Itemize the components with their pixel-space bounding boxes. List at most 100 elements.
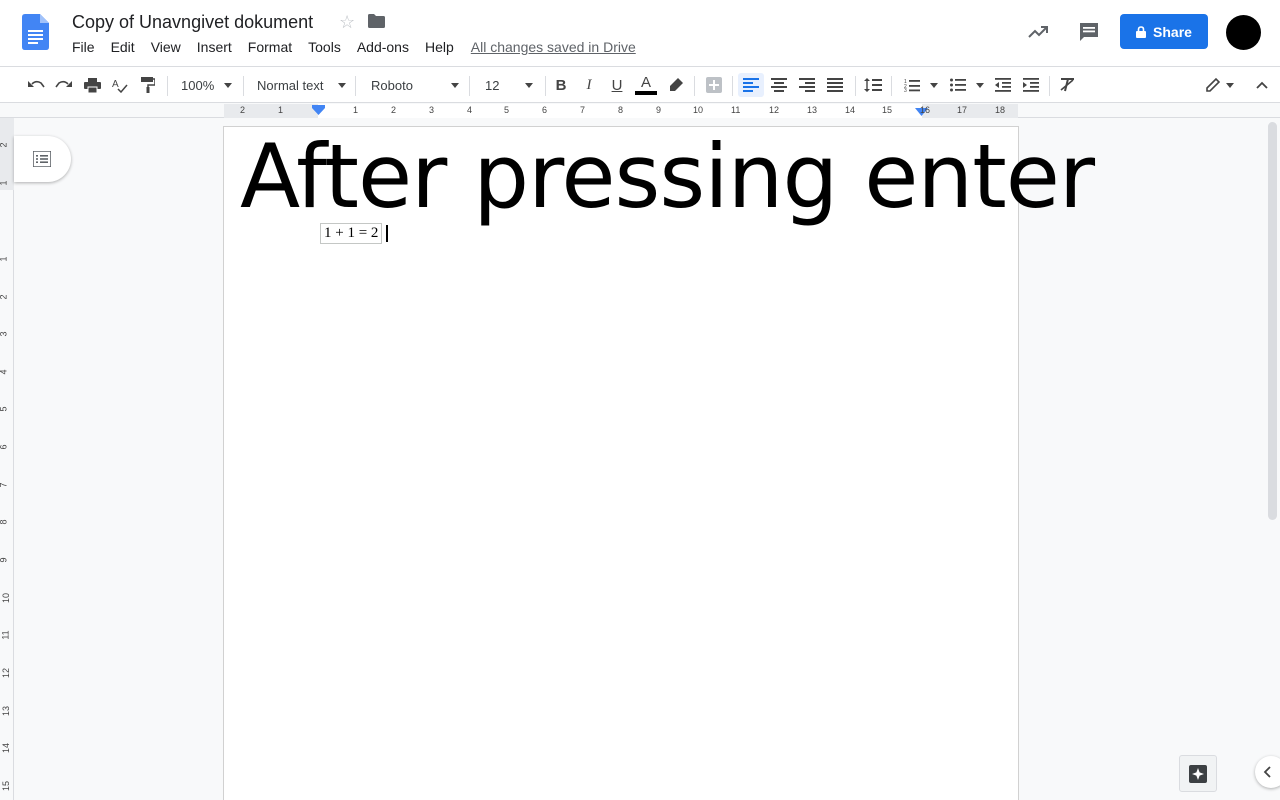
font-size-value: 12 [485, 77, 500, 93]
ruler-label: 2 [0, 294, 9, 299]
bulleted-list-icon[interactable] [946, 73, 970, 97]
underline-button[interactable]: U [605, 73, 629, 97]
ruler-label: 11 [731, 105, 741, 115]
ruler-label: 2 [240, 105, 246, 115]
docs-logo-icon[interactable] [22, 14, 49, 50]
increase-indent-icon[interactable] [1019, 73, 1043, 97]
ruler-label: 15 [1, 780, 12, 792]
ruler-label: 13 [1, 705, 12, 717]
line-spacing-icon[interactable] [861, 73, 885, 97]
ruler-label: 15 [882, 105, 893, 115]
align-justify-icon[interactable] [823, 73, 847, 97]
outline-icon [33, 151, 51, 167]
ruler-label: 10 [693, 105, 704, 115]
pencil-edit-icon[interactable] [1201, 73, 1225, 97]
menu-help[interactable]: Help [417, 38, 462, 58]
divider [855, 76, 856, 96]
left-indent-marker-icon[interactable] [312, 105, 325, 115]
align-left-icon[interactable] [738, 73, 764, 97]
menu-tools[interactable]: Tools [300, 38, 349, 58]
undo-icon[interactable] [24, 73, 48, 97]
divider [891, 76, 892, 96]
divider [167, 76, 168, 96]
document-page[interactable]: After pressing enter 1 + 1 = 2 [224, 127, 1095, 800]
menu-edit[interactable]: Edit [103, 38, 143, 58]
ruler-label: 7 [0, 482, 9, 487]
ruler-label: 3 [0, 331, 9, 336]
bulleted-list-dropdown[interactable] [976, 83, 984, 88]
equation-box[interactable]: 1 + 1 = 2 [320, 223, 383, 244]
numbered-list-icon[interactable]: 123 [900, 73, 924, 97]
ruler-label: 10 [1, 592, 12, 604]
ruler-label: 7 [580, 105, 586, 115]
font-value: Roboto [371, 77, 413, 93]
print-icon[interactable] [80, 73, 104, 97]
highlighter-icon[interactable] [664, 73, 688, 97]
ruler-label: 2 [0, 142, 9, 147]
star-icon[interactable]: ☆ [339, 12, 355, 33]
italic-button[interactable]: I [577, 73, 601, 97]
bold-button[interactable]: B [549, 73, 573, 97]
numbered-list-dropdown[interactable] [930, 83, 938, 88]
save-status-link[interactable]: All changes saved in Drive [471, 38, 636, 58]
ruler-label: 17 [957, 105, 968, 115]
activity-trend-icon[interactable] [1026, 20, 1050, 44]
clear-formatting-icon[interactable] [1056, 73, 1080, 97]
collapse-icon[interactable] [1251, 73, 1273, 97]
share-button[interactable]: Share [1120, 14, 1208, 49]
explore-icon [1189, 764, 1207, 783]
divider [469, 76, 470, 96]
ruler-label: 14 [1, 742, 12, 754]
align-center-icon[interactable] [767, 73, 791, 97]
menu-view[interactable]: View [143, 38, 189, 58]
menu-insert[interactable]: Insert [189, 38, 240, 58]
side-panel-toggle[interactable] [1255, 756, 1280, 788]
explore-button[interactable] [1179, 755, 1217, 792]
horizontal-ruler[interactable]: 2 1 1 2 3 4 5 6 7 8 9 10 11 12 13 14 15 16 17 18 [0, 104, 1280, 118]
ruler-label: 8 [0, 519, 9, 524]
editing-mode-dropdown[interactable] [1226, 83, 1234, 88]
style-value: Normal text [257, 77, 324, 93]
paint-format-icon[interactable] [136, 73, 160, 97]
divider [732, 76, 733, 96]
menu-addons[interactable]: Add-ons [349, 38, 417, 58]
ruler-label: 4 [0, 369, 9, 374]
document-outline-button[interactable] [14, 136, 71, 182]
divider [694, 76, 695, 96]
spellcheck-icon[interactable]: A [108, 73, 132, 97]
zoom-select[interactable]: 100% [181, 73, 233, 97]
ruler-label: 12 [769, 105, 780, 115]
divider [243, 76, 244, 96]
document-heading-text[interactable]: After pressing enter [240, 127, 1095, 227]
ruler-label: 5 [0, 406, 9, 411]
font-select[interactable]: Roboto [371, 73, 461, 97]
document-title[interactable]: Copy of Unavngivet dokument [72, 12, 313, 33]
avatar[interactable] [1226, 15, 1261, 50]
align-right-icon[interactable] [795, 73, 819, 97]
vertical-scrollbar[interactable] [1268, 122, 1277, 520]
vertical-ruler[interactable]: 21123456789101112131415 [0, 118, 14, 800]
ruler-label: 2 [391, 105, 397, 115]
comment-icon[interactable] [1077, 20, 1101, 44]
menu-file[interactable]: File [64, 38, 103, 58]
menu-format[interactable]: Format [240, 38, 300, 58]
style-select[interactable]: Normal text [257, 73, 347, 97]
toolbar: A 100% Normal text Roboto 12 B I U A 1 2… [0, 66, 1280, 103]
divider [1049, 76, 1050, 96]
ruler-label: 1 [353, 105, 359, 115]
folder-icon[interactable] [368, 14, 385, 28]
insert-link-icon[interactable] [702, 73, 726, 97]
zoom-value: 100% [181, 77, 215, 93]
ruler-label: 4 [467, 105, 473, 115]
ruler-label: 1 [0, 180, 9, 185]
decrease-indent-icon[interactable] [991, 73, 1015, 97]
ruler-label: 18 [995, 105, 1006, 115]
text-color-button[interactable]: A [634, 73, 658, 97]
ruler-label: 9 [656, 105, 662, 115]
ruler-label: 9 [0, 557, 9, 562]
font-size-select[interactable]: 12 [485, 73, 535, 97]
redo-icon[interactable] [52, 73, 76, 97]
ruler-label: 1 [278, 105, 284, 115]
text-cursor [386, 225, 388, 242]
lock-icon [1136, 25, 1147, 38]
